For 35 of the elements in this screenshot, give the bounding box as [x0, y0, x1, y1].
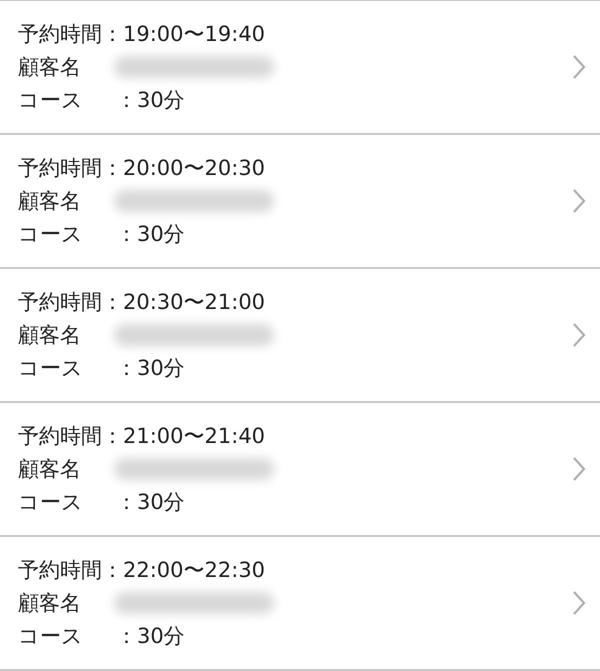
- field-label: 顧客名: [18, 54, 82, 80]
- reservation-time: ：22:00〜22:30: [102, 556, 266, 584]
- field-label: 予約時間: [18, 422, 102, 450]
- field-label: 予約時間: [18, 20, 102, 48]
- reservation-time: ：20:30〜21:00: [102, 288, 266, 316]
- course-duration: ：30分: [116, 220, 185, 248]
- chevron-right-icon: [572, 322, 586, 348]
- reservation-row[interactable]: 予約時間：22:00〜22:30 顧客名 コース ：30分: [0, 537, 600, 671]
- field-label: コース: [18, 220, 84, 248]
- reservation-row[interactable]: 予約時間：19:00〜19:40 顧客名 コース ：30分: [0, 1, 600, 135]
- field-label: 顧客名: [18, 590, 82, 616]
- chevron-right-icon: [572, 54, 586, 80]
- course-duration: ：30分: [116, 354, 185, 382]
- reservation-time: ：19:00〜19:40: [102, 20, 266, 48]
- field-label: 予約時間: [18, 154, 102, 182]
- field-label: 予約時間: [18, 288, 102, 316]
- field-label: コース: [18, 86, 84, 114]
- reservation-time: ：21:00〜21:40: [102, 422, 266, 450]
- field-label: 顧客名: [18, 456, 82, 482]
- field-label: 予約時間: [18, 556, 102, 584]
- field-label: 顧客名: [18, 188, 82, 214]
- course-duration: ：30分: [116, 622, 185, 650]
- reservation-row[interactable]: 予約時間：20:30〜21:00 顧客名 コース ：30分: [0, 269, 600, 403]
- chevron-right-icon: [572, 456, 586, 482]
- field-label: コース: [18, 488, 84, 516]
- field-label: 顧客名: [18, 322, 82, 348]
- field-label: コース: [18, 354, 84, 382]
- course-duration: ：30分: [116, 488, 185, 516]
- course-duration: ：30分: [116, 86, 185, 114]
- reservation-row[interactable]: 予約時間：20:00〜20:30 顧客名 コース ：30分: [0, 135, 600, 269]
- reservation-time: ：20:00〜20:30: [102, 154, 266, 182]
- chevron-right-icon: [572, 590, 586, 616]
- field-label: コース: [18, 622, 84, 650]
- chevron-right-icon: [572, 188, 586, 214]
- reservation-row[interactable]: 予約時間：21:00〜21:40 顧客名 コース ：30分: [0, 403, 600, 537]
